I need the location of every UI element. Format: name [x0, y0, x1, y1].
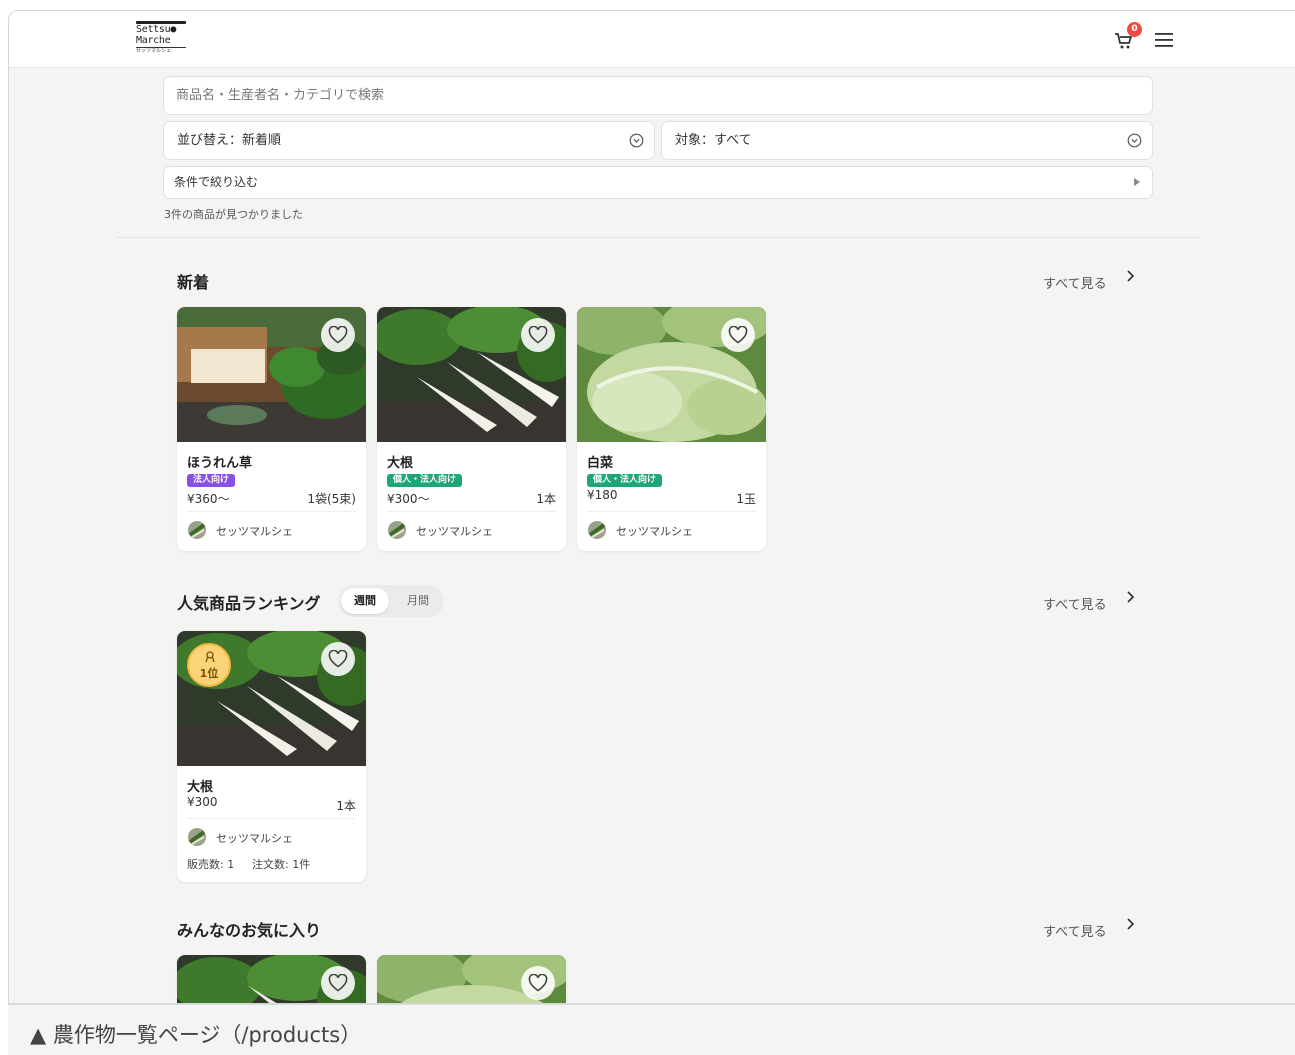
result-count: 3件の商品が見つかりました: [164, 208, 303, 221]
sort-select[interactable]: 並び替え：新着順: [163, 121, 655, 160]
caption-bar: ▲ 農作物一覧ページ（/products）: [8, 1004, 1295, 1055]
divider: [587, 511, 756, 512]
product-name: 大根: [187, 780, 214, 795]
product-name: ほうれん草: [187, 456, 253, 471]
chevron-right-icon: [1127, 591, 1135, 603]
product-card[interactable]: 白菜 個人・法人向け ¥180 1玉 セッツマルシェ: [577, 307, 766, 551]
heart-icon: [328, 974, 348, 992]
product-card[interactable]: [177, 955, 366, 1003]
product-name: 白菜: [587, 456, 614, 471]
product-price: ¥300: [187, 795, 218, 809]
divider: [187, 818, 356, 819]
product-photo-hakusai: [577, 307, 766, 442]
seller-name: セッツマルシェ: [216, 832, 293, 845]
heart-icon: [728, 326, 748, 344]
seller-name: セッツマルシェ: [616, 525, 693, 538]
tab-weekly[interactable]: 週間: [341, 588, 389, 614]
product-unit: 1袋(5束): [307, 492, 356, 506]
seller-avatar: [588, 521, 606, 539]
section-title-ranking: 人気商品ランキング: [177, 594, 321, 613]
chevron-right-icon: [1127, 270, 1135, 282]
see-all-label: すべて見る: [1043, 598, 1107, 613]
heart-icon: [528, 326, 548, 344]
favorite-button[interactable]: [521, 318, 555, 352]
tab-monthly[interactable]: 月間: [398, 588, 438, 614]
filter-toggle[interactable]: 条件で絞り込む: [163, 166, 1153, 199]
target-badge: 法人向け: [187, 474, 236, 487]
logo-line-3: セッツマルシェ: [136, 47, 186, 54]
order-count: 注文数: 1件: [252, 858, 311, 871]
rank-label: 1位: [199, 667, 219, 680]
product-unit: 1本: [336, 799, 356, 813]
product-unit: 1玉: [736, 492, 756, 506]
favorite-button[interactable]: [321, 966, 355, 1000]
logo-line-1: Settsu●: [136, 24, 177, 35]
hamburger-menu-icon[interactable]: [1154, 32, 1174, 48]
favorite-button[interactable]: [521, 966, 555, 1000]
target-badge: 個人・法人向け: [587, 474, 663, 487]
app-frame: Settsu● Marche セッツマルシェ 0 商品名・生産者名・カテゴリで検…: [8, 10, 1295, 1004]
product-photo-daikon: [377, 307, 566, 442]
filter-label: 条件で絞り込む: [174, 175, 259, 189]
see-all-label: すべて見る: [1043, 277, 1107, 292]
seller-avatar: [388, 521, 406, 539]
favorite-button[interactable]: [721, 318, 755, 352]
rank-medal: 1位: [187, 643, 231, 687]
search-input[interactable]: 商品名・生産者名・カテゴリで検索: [163, 76, 1153, 115]
ranking-period-toggle: 週間 月間: [338, 585, 444, 617]
target-select-label: 対象：すべて: [675, 133, 752, 148]
product-unit: 1本: [536, 492, 556, 506]
product-photo-daikon: [177, 955, 366, 1003]
seller-avatar: [188, 828, 206, 846]
header: Settsu● Marche セッツマルシェ 0: [9, 11, 1295, 68]
product-photo-hakusai: [377, 955, 566, 1003]
product-price: ¥180: [587, 488, 618, 502]
heart-icon: [328, 326, 348, 344]
sort-select-label: 並び替え：新着順: [177, 133, 282, 148]
page-caption: ▲ 農作物一覧ページ（/products）: [30, 1023, 362, 1047]
heart-icon: [528, 974, 548, 992]
product-name: 大根: [387, 456, 414, 471]
cart-count-badge: 0: [1127, 22, 1142, 37]
divider: [117, 237, 1199, 238]
seller-name: セッツマルシェ: [416, 525, 493, 538]
heart-icon: [328, 650, 348, 668]
section-title-favorites: みんなのお気に入り: [177, 921, 322, 940]
product-photo-daikon: 1位: [177, 631, 366, 766]
chevron-down-icon: [629, 133, 644, 148]
target-badge: 個人・法人向け: [387, 474, 463, 487]
seller-avatar: [188, 521, 206, 539]
favorite-button[interactable]: [321, 642, 355, 676]
logo-line-2: Marche: [136, 35, 171, 46]
see-all-ranking-link[interactable]: すべて見る: [1043, 591, 1135, 613]
product-card[interactable]: [377, 955, 566, 1003]
product-price: ¥300〜: [387, 492, 430, 506]
medal-icon: [205, 651, 215, 663]
divider: [387, 511, 556, 512]
chevron-down-icon: [1127, 133, 1142, 148]
triangle-right-icon: [1134, 178, 1140, 186]
logo[interactable]: Settsu● Marche セッツマルシェ: [136, 21, 186, 55]
section-title-new: 新着: [177, 273, 210, 292]
see-all-new-link[interactable]: すべて見る: [1043, 270, 1135, 292]
product-card[interactable]: ほうれん草 法人向け ¥360〜 1袋(5束) セッツマルシェ: [177, 307, 366, 551]
favorite-button[interactable]: [321, 318, 355, 352]
product-price: ¥360〜: [187, 492, 230, 506]
chevron-right-icon: [1127, 918, 1135, 930]
divider: [187, 511, 356, 512]
product-card[interactable]: 1位 大根 ¥300 1本 セッツマルシェ 販売数: 1 注文数: 1件: [177, 631, 366, 882]
see-all-favorites-link[interactable]: すべて見る: [1043, 918, 1135, 940]
seller-name: セッツマルシェ: [216, 525, 293, 538]
see-all-label: すべて見る: [1043, 925, 1107, 940]
product-card[interactable]: 大根 個人・法人向け ¥300〜 1本 セッツマルシェ: [377, 307, 566, 551]
target-select[interactable]: 対象：すべて: [661, 121, 1153, 160]
product-photo-spinach: [177, 307, 366, 442]
sales-count: 販売数: 1: [187, 858, 235, 871]
